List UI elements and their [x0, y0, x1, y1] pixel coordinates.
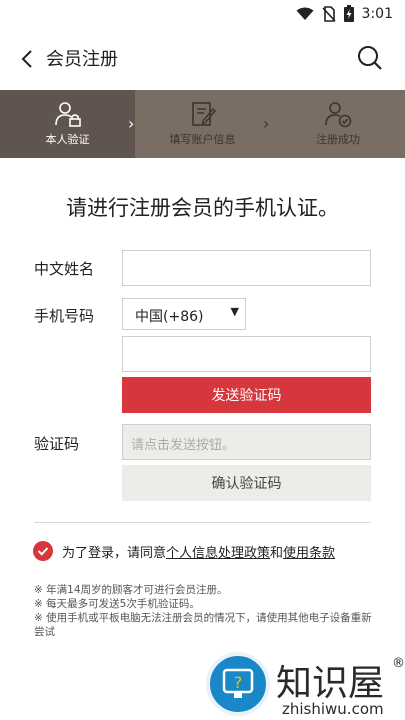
- battery-charging-icon: [343, 5, 354, 22]
- confirm-code-button[interactable]: 确认验证码: [122, 465, 371, 501]
- step-label: 注册成功: [316, 133, 360, 146]
- chevron-right-icon: ›: [128, 114, 135, 133]
- note-item: ※ 每天最多可发送5次手机验证码。: [34, 598, 200, 610]
- person-lock-icon: [54, 102, 81, 127]
- watermark-url: zhishiwu.com: [282, 700, 384, 718]
- verification-code-placeholder: 请点击发送按钮。: [131, 438, 236, 453]
- status-icons: 3:01: [296, 5, 393, 22]
- status-bar: 3:01: [0, 0, 405, 28]
- agreement-conjunction: 和: [270, 546, 284, 561]
- back-arrow-icon[interactable]: [18, 48, 38, 70]
- privacy-policy-link[interactable]: 个人信息处理政策: [166, 546, 270, 561]
- person-check-icon: [325, 102, 352, 128]
- name-label: 中文姓名: [34, 260, 95, 278]
- form-heading: 请进行注册会员的手机认证。: [66, 196, 339, 220]
- app-header: 会员注册: [0, 28, 405, 90]
- note-item: ※ 年满14周岁的顾客才可进行会员注册。: [34, 584, 228, 596]
- name-input[interactable]: [122, 250, 371, 286]
- verification-code-label: 验证码: [34, 435, 80, 453]
- country-code-select[interactable]: 中国(+86) ▼: [122, 298, 246, 330]
- watermark-logo-icon: ?: [206, 652, 270, 716]
- watermark-registered-mark: ®: [392, 656, 405, 671]
- svg-text:?: ?: [234, 673, 243, 692]
- step-label: 本人验证: [45, 133, 90, 146]
- page-title: 会员注册: [46, 49, 118, 70]
- search-icon[interactable]: [357, 45, 383, 71]
- registration-steps: 本人验证 › 填写账户信息 › 注册成功: [0, 90, 405, 158]
- verification-code-input[interactable]: 请点击发送按钮。: [122, 424, 371, 460]
- status-time: 3:01: [361, 5, 393, 22]
- phone-input[interactable]: [122, 336, 371, 372]
- no-sim-icon: [321, 5, 336, 22]
- divider: [34, 522, 371, 523]
- step-identity-verification: 本人验证: [0, 90, 135, 158]
- phone-label: 手机号码: [34, 307, 95, 325]
- terms-of-use-link[interactable]: 使用条款: [283, 546, 335, 561]
- note-item: ※ 使用手机或平板电脑无法注册会员的情况下，请使用其他电子设备重新尝试: [34, 612, 372, 638]
- dropdown-caret-icon: ▼: [230, 305, 239, 318]
- chevron-right-icon: ›: [263, 114, 270, 133]
- watermark-brand: 知识屋: [276, 663, 385, 704]
- step-account-info: 填写账户信息: [145, 90, 260, 158]
- agree-checkbox[interactable]: [33, 541, 53, 561]
- registration-notes: ※ 年满14周岁的顾客才可进行会员注册。 ※ 每天最多可发送5次手机验证码。 ※…: [34, 583, 374, 639]
- agreement-text: 为了登录，请同意个人信息处理政策和使用条款: [62, 542, 335, 561]
- watermark: ? 知识屋 ® zhishiwu.com: [206, 652, 405, 720]
- agreement-prefix: 为了登录，请同意: [62, 546, 167, 561]
- form-edit-icon: [191, 102, 216, 126]
- step-registration-complete: 注册成功: [283, 90, 393, 158]
- step-label: 填写账户信息: [169, 133, 236, 146]
- wifi-icon: [296, 7, 314, 20]
- country-code-value: 中国(+86): [135, 309, 204, 325]
- send-code-button[interactable]: 发送验证码: [122, 377, 371, 413]
